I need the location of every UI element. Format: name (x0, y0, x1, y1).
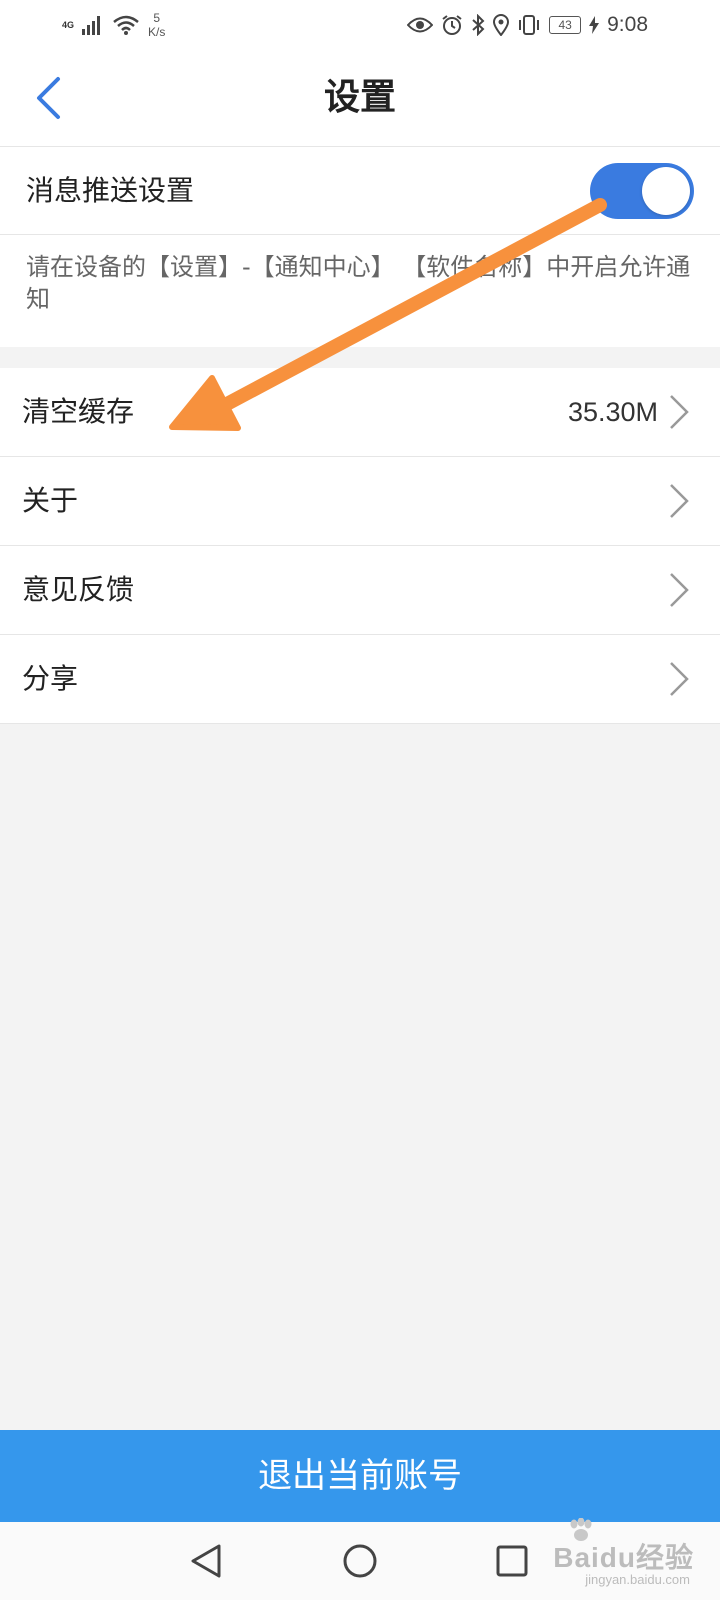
circle-home-icon (343, 1544, 377, 1578)
chevron-right-icon (670, 573, 689, 607)
nav-back-button[interactable] (182, 1537, 230, 1585)
page-title: 设置 (323, 77, 396, 118)
triangle-back-icon (191, 1544, 221, 1578)
status-right: 43 9:08 (407, 8, 648, 42)
push-settings-section: 消息推送设置 请在设备的【设置】-【通知中心】 【软件名称】中开启允许通知 (0, 147, 720, 347)
net-speed-unit: K/s (148, 25, 166, 39)
menu-item-label: 分享 (22, 662, 79, 695)
net-speed-value: 5 (153, 11, 161, 25)
cache-size: 35.30M (567, 397, 658, 427)
clock: 9:08 (607, 13, 648, 36)
push-settings-label: 消息推送设置 (26, 174, 195, 207)
toggle-knob (642, 167, 690, 215)
watermark-sub: jingyan.baidu.com (585, 1572, 690, 1587)
status-left: 4G 5 K/s (62, 8, 165, 42)
app-header: 设置 (0, 50, 720, 147)
menu-item-clear-cache[interactable]: 清空缓存 35.30M (0, 368, 720, 457)
network-type: 4G (62, 20, 75, 30)
push-settings-row: 消息推送设置 (0, 147, 720, 235)
net-speed: 5 K/s (148, 11, 165, 39)
signal-icon (82, 16, 101, 35)
location-icon (493, 14, 510, 36)
battery-level: 43 (558, 18, 572, 32)
push-toggle[interactable] (590, 163, 694, 219)
bluetooth-icon (472, 14, 485, 36)
menu-item-about[interactable]: 关于 (0, 457, 720, 546)
menu-item-label: 关于 (22, 484, 79, 517)
menu-item-label: 意见反馈 (22, 573, 135, 606)
wifi-icon (113, 15, 139, 35)
logout-button[interactable]: 退出当前账号 (0, 1430, 720, 1522)
push-settings-hint: 请在设备的【设置】-【通知中心】 【软件名称】中开启允许通知 (26, 253, 691, 313)
chevron-right-icon (670, 662, 689, 696)
battery-icon: 43 (549, 16, 582, 34)
menu-item-label: 清空缓存 (22, 395, 135, 428)
eye-icon (407, 17, 434, 33)
alarm-icon (442, 15, 462, 35)
menu-item-share[interactable]: 分享 (0, 635, 720, 724)
watermark-main: Baidu经验 (553, 1542, 694, 1573)
chevron-right-icon (670, 484, 689, 518)
vibrate-icon (519, 15, 540, 35)
status-bar: 4G 5 K/s 43 9:08 (0, 0, 720, 50)
nav-home-button[interactable] (336, 1537, 384, 1585)
charging-icon (589, 16, 600, 34)
menu-item-feedback[interactable]: 意见反馈 (0, 546, 720, 635)
settings-menu: 清空缓存 35.30M 关于 意见反馈 分享 (0, 368, 720, 724)
chevron-right-icon (670, 395, 689, 429)
baidu-watermark: Baidu经验 jingyan.baidu.com (514, 1518, 694, 1592)
